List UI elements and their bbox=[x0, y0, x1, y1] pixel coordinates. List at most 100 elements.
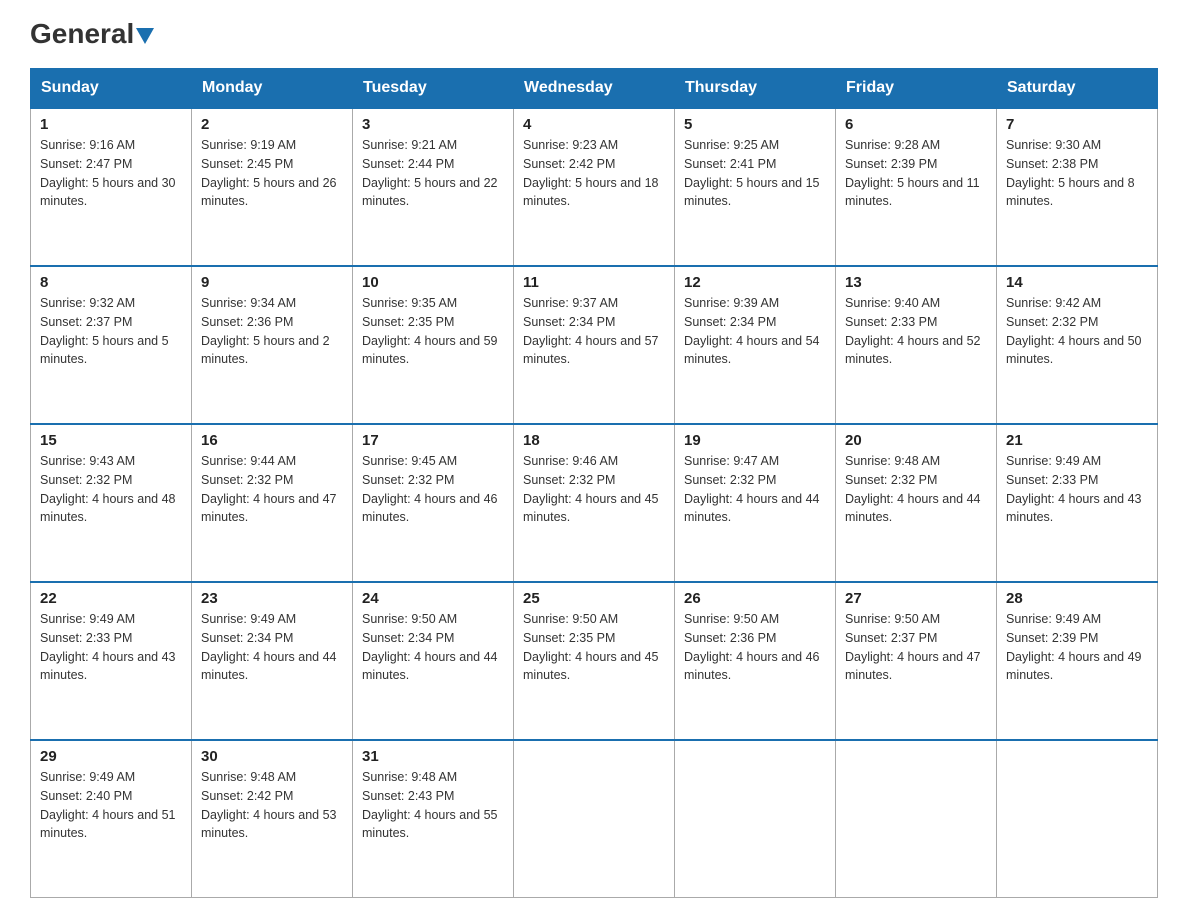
calendar-cell: 25 Sunrise: 9:50 AM Sunset: 2:35 PM Dayl… bbox=[514, 582, 675, 740]
day-info: Sunrise: 9:42 AM Sunset: 2:32 PM Dayligh… bbox=[1006, 294, 1148, 369]
calendar-cell: 28 Sunrise: 9:49 AM Sunset: 2:39 PM Dayl… bbox=[997, 582, 1158, 740]
daylight: Daylight: 5 hours and 5 minutes. bbox=[40, 334, 169, 367]
day-number: 9 bbox=[201, 274, 343, 291]
daylight: Daylight: 4 hours and 59 minutes. bbox=[362, 334, 498, 367]
calendar-cell: 5 Sunrise: 9:25 AM Sunset: 2:41 PM Dayli… bbox=[675, 108, 836, 266]
day-number: 2 bbox=[201, 116, 343, 133]
day-number: 22 bbox=[40, 590, 182, 607]
sunset: Sunset: 2:44 PM bbox=[362, 157, 454, 171]
daylight: Daylight: 4 hours and 52 minutes. bbox=[845, 334, 981, 367]
day-info: Sunrise: 9:35 AM Sunset: 2:35 PM Dayligh… bbox=[362, 294, 504, 369]
calendar-cell: 7 Sunrise: 9:30 AM Sunset: 2:38 PM Dayli… bbox=[997, 108, 1158, 266]
day-info: Sunrise: 9:46 AM Sunset: 2:32 PM Dayligh… bbox=[523, 452, 665, 527]
sunrise: Sunrise: 9:49 AM bbox=[40, 612, 135, 626]
header: General bbox=[30, 20, 1158, 50]
sunrise: Sunrise: 9:46 AM bbox=[523, 454, 618, 468]
daylight: Daylight: 4 hours and 49 minutes. bbox=[1006, 650, 1142, 683]
sunset: Sunset: 2:35 PM bbox=[362, 315, 454, 329]
calendar-cell: 23 Sunrise: 9:49 AM Sunset: 2:34 PM Dayl… bbox=[192, 582, 353, 740]
day-number: 15 bbox=[40, 432, 182, 449]
sunset: Sunset: 2:34 PM bbox=[523, 315, 615, 329]
logo-triangle-icon bbox=[136, 28, 154, 44]
daylight: Daylight: 4 hours and 47 minutes. bbox=[845, 650, 981, 683]
calendar-cell bbox=[997, 740, 1158, 897]
sunset: Sunset: 2:39 PM bbox=[845, 157, 937, 171]
day-info: Sunrise: 9:30 AM Sunset: 2:38 PM Dayligh… bbox=[1006, 136, 1148, 211]
logo: General bbox=[30, 20, 154, 50]
day-number: 1 bbox=[40, 116, 182, 133]
sunrise: Sunrise: 9:50 AM bbox=[523, 612, 618, 626]
sunrise: Sunrise: 9:37 AM bbox=[523, 296, 618, 310]
calendar-cell: 24 Sunrise: 9:50 AM Sunset: 2:34 PM Dayl… bbox=[353, 582, 514, 740]
col-header-tuesday: Tuesday bbox=[353, 69, 514, 109]
daylight: Daylight: 5 hours and 26 minutes. bbox=[201, 176, 337, 209]
week-row-5: 29 Sunrise: 9:49 AM Sunset: 2:40 PM Dayl… bbox=[31, 740, 1158, 897]
day-number: 27 bbox=[845, 590, 987, 607]
sunrise: Sunrise: 9:43 AM bbox=[40, 454, 135, 468]
sunset: Sunset: 2:34 PM bbox=[684, 315, 776, 329]
sunset: Sunset: 2:34 PM bbox=[362, 631, 454, 645]
day-info: Sunrise: 9:48 AM Sunset: 2:43 PM Dayligh… bbox=[362, 768, 504, 843]
day-info: Sunrise: 9:28 AM Sunset: 2:39 PM Dayligh… bbox=[845, 136, 987, 211]
col-header-sunday: Sunday bbox=[31, 69, 192, 109]
day-number: 30 bbox=[201, 748, 343, 765]
sunset: Sunset: 2:34 PM bbox=[201, 631, 293, 645]
calendar-cell: 17 Sunrise: 9:45 AM Sunset: 2:32 PM Dayl… bbox=[353, 424, 514, 582]
day-info: Sunrise: 9:44 AM Sunset: 2:32 PM Dayligh… bbox=[201, 452, 343, 527]
sunrise: Sunrise: 9:48 AM bbox=[201, 770, 296, 784]
calendar-cell: 3 Sunrise: 9:21 AM Sunset: 2:44 PM Dayli… bbox=[353, 108, 514, 266]
sunrise: Sunrise: 9:28 AM bbox=[845, 138, 940, 152]
sunrise: Sunrise: 9:35 AM bbox=[362, 296, 457, 310]
sunset: Sunset: 2:32 PM bbox=[201, 473, 293, 487]
daylight: Daylight: 4 hours and 57 minutes. bbox=[523, 334, 659, 367]
day-number: 31 bbox=[362, 748, 504, 765]
daylight: Daylight: 5 hours and 22 minutes. bbox=[362, 176, 498, 209]
sunset: Sunset: 2:37 PM bbox=[845, 631, 937, 645]
sunset: Sunset: 2:32 PM bbox=[362, 473, 454, 487]
calendar-cell: 14 Sunrise: 9:42 AM Sunset: 2:32 PM Dayl… bbox=[997, 266, 1158, 424]
daylight: Daylight: 4 hours and 46 minutes. bbox=[362, 492, 498, 525]
sunrise: Sunrise: 9:50 AM bbox=[362, 612, 457, 626]
sunset: Sunset: 2:32 PM bbox=[684, 473, 776, 487]
calendar-cell: 10 Sunrise: 9:35 AM Sunset: 2:35 PM Dayl… bbox=[353, 266, 514, 424]
sunrise: Sunrise: 9:32 AM bbox=[40, 296, 135, 310]
day-number: 8 bbox=[40, 274, 182, 291]
daylight: Daylight: 4 hours and 45 minutes. bbox=[523, 650, 659, 683]
day-info: Sunrise: 9:19 AM Sunset: 2:45 PM Dayligh… bbox=[201, 136, 343, 211]
day-number: 4 bbox=[523, 116, 665, 133]
col-header-saturday: Saturday bbox=[997, 69, 1158, 109]
day-info: Sunrise: 9:43 AM Sunset: 2:32 PM Dayligh… bbox=[40, 452, 182, 527]
sunset: Sunset: 2:37 PM bbox=[40, 315, 132, 329]
calendar-cell: 20 Sunrise: 9:48 AM Sunset: 2:32 PM Dayl… bbox=[836, 424, 997, 582]
daylight: Daylight: 4 hours and 44 minutes. bbox=[201, 650, 337, 683]
calendar-cell bbox=[836, 740, 997, 897]
calendar-cell: 19 Sunrise: 9:47 AM Sunset: 2:32 PM Dayl… bbox=[675, 424, 836, 582]
calendar-cell: 11 Sunrise: 9:37 AM Sunset: 2:34 PM Dayl… bbox=[514, 266, 675, 424]
header-row: SundayMondayTuesdayWednesdayThursdayFrid… bbox=[31, 69, 1158, 109]
daylight: Daylight: 4 hours and 46 minutes. bbox=[684, 650, 820, 683]
day-info: Sunrise: 9:49 AM Sunset: 2:40 PM Dayligh… bbox=[40, 768, 182, 843]
sunset: Sunset: 2:32 PM bbox=[523, 473, 615, 487]
calendar-cell bbox=[675, 740, 836, 897]
calendar-cell bbox=[514, 740, 675, 897]
daylight: Daylight: 4 hours and 44 minutes. bbox=[362, 650, 498, 683]
col-header-thursday: Thursday bbox=[675, 69, 836, 109]
day-number: 26 bbox=[684, 590, 826, 607]
day-info: Sunrise: 9:49 AM Sunset: 2:39 PM Dayligh… bbox=[1006, 610, 1148, 685]
sunset: Sunset: 2:41 PM bbox=[684, 157, 776, 171]
day-info: Sunrise: 9:45 AM Sunset: 2:32 PM Dayligh… bbox=[362, 452, 504, 527]
sunset: Sunset: 2:47 PM bbox=[40, 157, 132, 171]
sunset: Sunset: 2:33 PM bbox=[845, 315, 937, 329]
day-info: Sunrise: 9:16 AM Sunset: 2:47 PM Dayligh… bbox=[40, 136, 182, 211]
calendar-cell: 27 Sunrise: 9:50 AM Sunset: 2:37 PM Dayl… bbox=[836, 582, 997, 740]
day-info: Sunrise: 9:40 AM Sunset: 2:33 PM Dayligh… bbox=[845, 294, 987, 369]
daylight: Daylight: 4 hours and 55 minutes. bbox=[362, 808, 498, 841]
day-info: Sunrise: 9:47 AM Sunset: 2:32 PM Dayligh… bbox=[684, 452, 826, 527]
daylight: Daylight: 5 hours and 18 minutes. bbox=[523, 176, 659, 209]
sunset: Sunset: 2:32 PM bbox=[845, 473, 937, 487]
sunset: Sunset: 2:36 PM bbox=[201, 315, 293, 329]
daylight: Daylight: 4 hours and 43 minutes. bbox=[1006, 492, 1142, 525]
daylight: Daylight: 5 hours and 15 minutes. bbox=[684, 176, 820, 209]
day-number: 17 bbox=[362, 432, 504, 449]
day-info: Sunrise: 9:21 AM Sunset: 2:44 PM Dayligh… bbox=[362, 136, 504, 211]
